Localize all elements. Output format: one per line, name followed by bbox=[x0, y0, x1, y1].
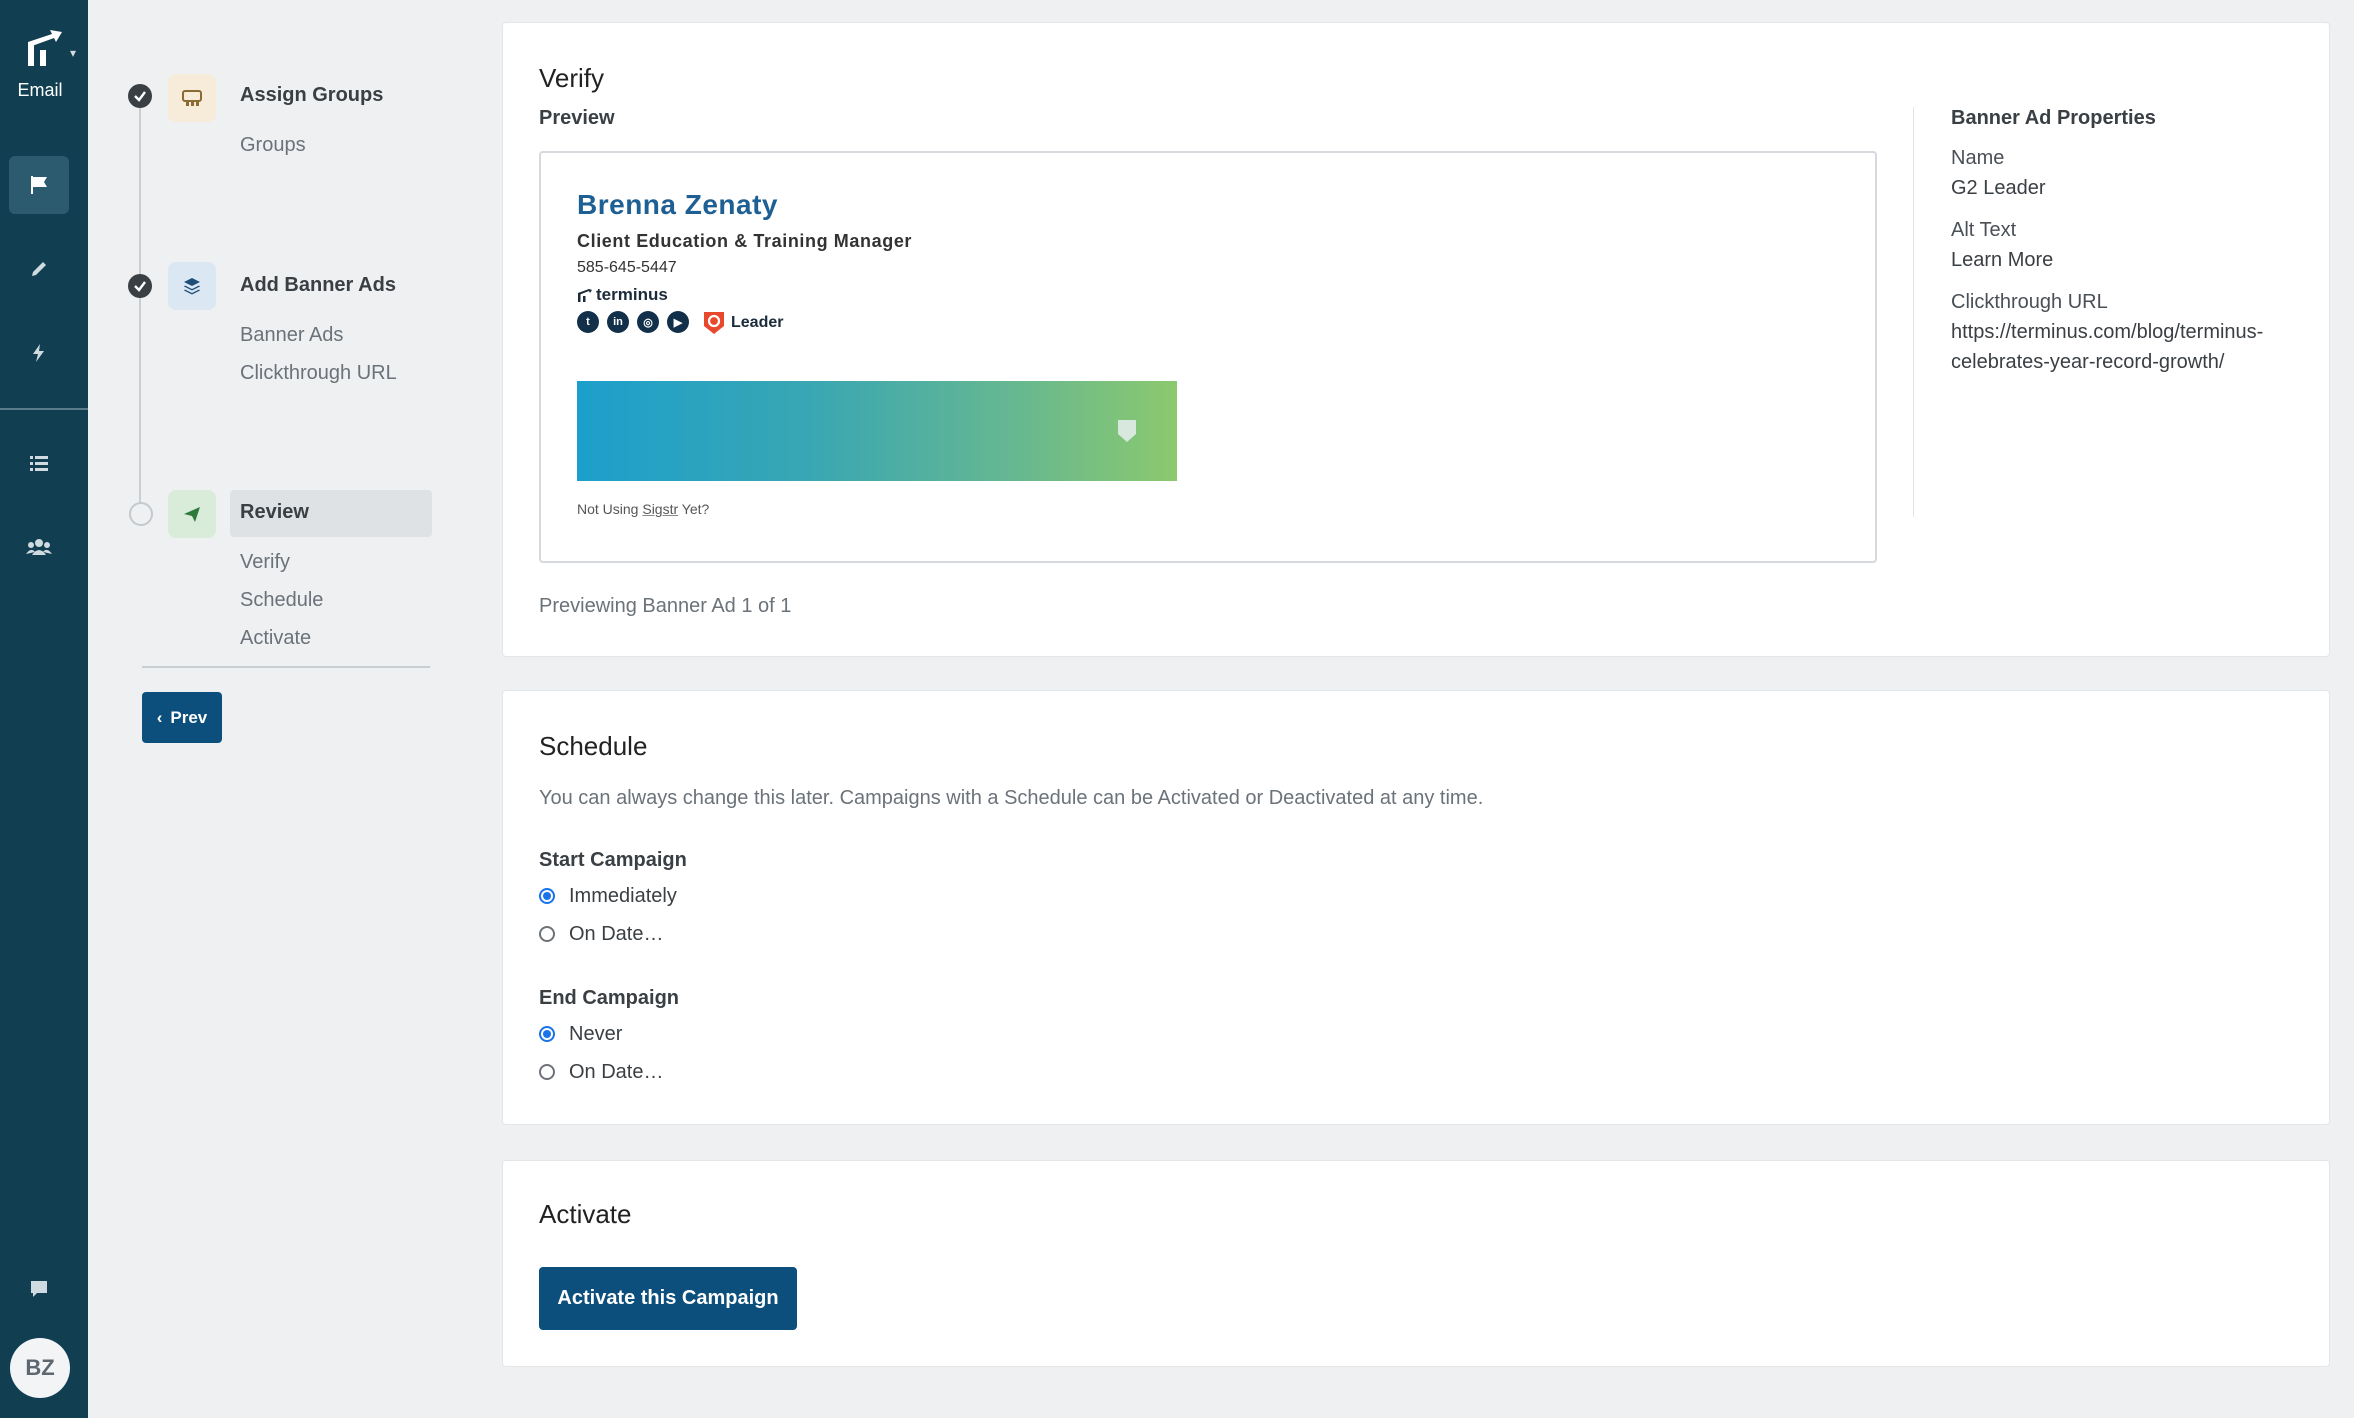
signature-preview: Brenna Zenaty Client Education & Trainin… bbox=[539, 151, 1877, 563]
app-switcher-caret-icon[interactable]: ▾ bbox=[70, 46, 76, 60]
verify-title: Verify bbox=[539, 63, 605, 93]
banner-ad-image[interactable] bbox=[577, 381, 1177, 481]
terminus-mark-icon bbox=[578, 289, 592, 302]
nav-list[interactable] bbox=[9, 434, 69, 492]
user-avatar[interactable]: BZ bbox=[10, 1338, 70, 1398]
bolt-icon bbox=[33, 344, 44, 362]
activate-title: Activate bbox=[539, 1199, 632, 1229]
g2-badge-label: Leader bbox=[731, 314, 784, 331]
schedule-title: Schedule bbox=[539, 731, 648, 761]
property-alt-label: Alt Text bbox=[1951, 219, 2017, 241]
previewing-count: Previewing Banner Ad 1 of 1 bbox=[539, 595, 792, 617]
step-assign-groups[interactable]: Assign Groups bbox=[240, 84, 383, 107]
footer-prefix: Not Using bbox=[577, 501, 639, 517]
instagram-icon[interactable]: ◎ bbox=[637, 311, 659, 333]
substep-activate[interactable]: Activate bbox=[240, 627, 311, 650]
substep-banner-ads[interactable]: Banner Ads bbox=[240, 324, 343, 347]
rail-divider bbox=[0, 408, 88, 410]
nav-campaigns[interactable] bbox=[9, 156, 69, 214]
nav-chat[interactable] bbox=[9, 1260, 69, 1318]
nav-users[interactable] bbox=[9, 518, 69, 576]
preview-label: Preview bbox=[539, 107, 615, 129]
nav-signatures[interactable] bbox=[9, 240, 69, 298]
chat-icon bbox=[31, 1281, 47, 1297]
twitter-icon[interactable]: t bbox=[577, 311, 599, 333]
property-url-line2: celebrates-year-record-growth/ bbox=[1951, 351, 2225, 373]
step-complete-check-icon bbox=[128, 84, 152, 108]
app-label: Email bbox=[17, 80, 63, 100]
step-current-circle-icon bbox=[129, 502, 153, 526]
schedule-description: You can always change this later. Campai… bbox=[539, 787, 1484, 809]
property-url-label: Clickthrough URL bbox=[1951, 291, 2108, 313]
chevron-left-icon: ‹ bbox=[156, 707, 163, 727]
start-immediately-radio[interactable] bbox=[539, 888, 555, 904]
end-never-radio[interactable] bbox=[539, 1026, 555, 1042]
signature-brand-text: terminus bbox=[596, 285, 668, 304]
substep-schedule[interactable]: Schedule bbox=[240, 589, 323, 612]
substep-groups[interactable]: Groups bbox=[240, 134, 306, 157]
step-review[interactable]: Review bbox=[240, 501, 309, 524]
substep-clickthrough-url[interactable]: Clickthrough URL bbox=[240, 362, 397, 385]
layers-icon bbox=[168, 262, 216, 310]
prev-button[interactable]: ‹ Prev bbox=[142, 692, 222, 743]
start-on-date-radio[interactable] bbox=[539, 926, 555, 942]
prev-button-label: Prev bbox=[170, 707, 208, 727]
step-complete-check-icon bbox=[128, 274, 152, 298]
signature-job-title: Client Education & Training Manager bbox=[577, 231, 913, 251]
end-campaign-label: End Campaign bbox=[539, 987, 680, 1009]
stepper-divider bbox=[142, 666, 430, 668]
signature-name: Brenna Zenaty bbox=[577, 189, 778, 220]
pencil-icon bbox=[32, 262, 46, 276]
start-on-date-label[interactable]: On Date… bbox=[569, 923, 663, 946]
property-alt-value: Learn More bbox=[1951, 249, 2054, 271]
property-name-value: G2 Leader bbox=[1951, 177, 2046, 199]
activate-campaign-button[interactable]: Activate this Campaign bbox=[539, 1267, 797, 1330]
property-name-label: Name bbox=[1951, 147, 2005, 169]
terminus-brand-logo: terminus bbox=[577, 285, 668, 305]
start-immediately-label[interactable]: Immediately bbox=[569, 885, 677, 908]
paper-plane-icon bbox=[168, 490, 216, 538]
groups-icon bbox=[168, 74, 216, 122]
verify-card: Verify Preview Brenna Zenaty Client Educ… bbox=[502, 22, 2330, 657]
flag-icon bbox=[31, 176, 47, 194]
schedule-card: Schedule You can always change this late… bbox=[502, 690, 2330, 1125]
end-on-date-label[interactable]: On Date… bbox=[569, 1061, 663, 1084]
step-add-banner-ads[interactable]: Add Banner Ads bbox=[240, 274, 396, 297]
properties-heading: Banner Ad Properties bbox=[1951, 107, 2156, 129]
badge-shield-icon bbox=[1118, 420, 1136, 442]
activate-card: Activate Activate this Campaign bbox=[502, 1160, 2330, 1367]
signature-phone: 585-645-5447 bbox=[577, 259, 677, 276]
end-never-label[interactable]: Never bbox=[569, 1023, 622, 1046]
list-icon bbox=[30, 456, 48, 471]
youtube-icon[interactable]: ▶ bbox=[667, 311, 689, 333]
substep-verify[interactable]: Verify bbox=[240, 551, 290, 574]
footer-suffix: Yet? bbox=[681, 501, 710, 517]
g2-shield-icon bbox=[704, 312, 724, 334]
nav-automations[interactable] bbox=[9, 324, 69, 382]
stepper-line bbox=[139, 96, 141, 516]
properties-divider bbox=[1913, 107, 1914, 517]
linkedin-icon[interactable]: in bbox=[607, 311, 629, 333]
property-url-line1: https://terminus.com/blog/terminus- bbox=[1951, 321, 2264, 343]
users-icon bbox=[26, 539, 52, 555]
g2-badge: Leader bbox=[703, 311, 783, 335]
app-rail: ▾ Email BZ bbox=[0, 0, 88, 1418]
start-campaign-label: Start Campaign bbox=[539, 849, 687, 871]
sigstr-link[interactable]: Sigstr bbox=[642, 501, 678, 517]
end-on-date-radio[interactable] bbox=[539, 1064, 555, 1080]
signature-footer: Not Using Sigstr Yet? bbox=[577, 501, 709, 517]
